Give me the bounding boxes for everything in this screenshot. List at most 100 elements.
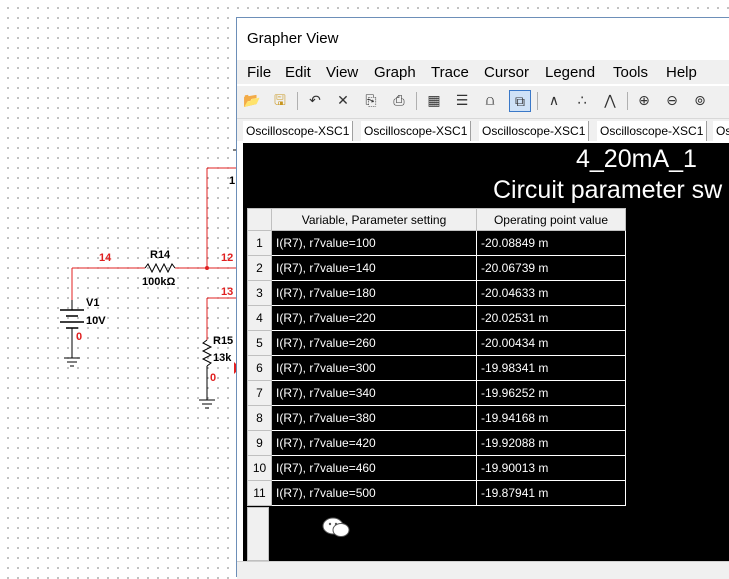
toolbar-separator (416, 92, 417, 110)
table-row[interactable]: 5 I(R7), r7value=260 -20.00434 m (247, 330, 626, 356)
table-row[interactable]: 10 I(R7), r7value=460 -19.90013 m (247, 455, 626, 481)
value-cell[interactable]: -19.92088 m (476, 430, 626, 456)
wechat-icon (322, 517, 350, 537)
variable-cell[interactable]: I(R7), r7value=100 (271, 230, 477, 256)
row-header[interactable]: 9 (247, 430, 272, 456)
value-cell[interactable]: -20.08849 m (476, 230, 626, 256)
plot-area: 4_20mA_1 Circuit parameter sw Variable, … (243, 143, 729, 561)
net-label-12: 12 (221, 252, 234, 264)
v1-name: V1 (86, 297, 100, 309)
v1-value: 10V (86, 315, 106, 327)
menu-tools[interactable]: Tools (613, 64, 648, 81)
menu-trace[interactable]: Trace (431, 64, 469, 81)
menu-cursor[interactable]: Cursor (484, 64, 529, 81)
menu-edit[interactable]: Edit (285, 64, 311, 81)
trace-dots-icon[interactable]: ∴ (571, 90, 593, 112)
variable-cell[interactable]: I(R7), r7value=420 (271, 430, 477, 456)
plot-subtitle: Circuit parameter sw (493, 176, 723, 204)
value-cell[interactable]: -20.00434 m (476, 330, 626, 356)
row-header[interactable]: 7 (247, 380, 272, 406)
partial-label-1: 1 (229, 175, 236, 187)
overlay-icon[interactable]: ⧉ (509, 90, 531, 112)
table-row[interactable]: 7 I(R7), r7value=340 -19.96252 m (247, 380, 626, 406)
row-header[interactable]: 11 (247, 480, 272, 506)
row-header[interactable]: 3 (247, 280, 272, 306)
tab-oscilloscope-3[interactable]: Oscilloscope-XSC1 (479, 121, 590, 141)
variable-cell[interactable]: I(R7), r7value=140 (271, 255, 477, 281)
variable-cell[interactable]: I(R7), r7value=180 (271, 280, 477, 306)
net-label-0-v1: 0 (76, 331, 83, 343)
chart-icon[interactable]: ⩍ (479, 90, 501, 112)
table-row[interactable]: 9 I(R7), r7value=420 -19.92088 m (247, 430, 626, 456)
watermark-text: RiscV与IC设计 (354, 523, 462, 542)
menu-view[interactable]: View (326, 64, 358, 81)
variable-cell[interactable]: I(R7), r7value=260 (271, 330, 477, 356)
grid-icon[interactable]: ▦ (423, 90, 445, 112)
tab-bar: Oscilloscope-XSC1 Oscilloscope-XSC1 Osci… (237, 119, 729, 141)
menu-help[interactable]: Help (666, 64, 697, 81)
table-corner (247, 208, 272, 231)
zoom-in-icon[interactable]: ⊕ (633, 90, 655, 112)
copy-icon[interactable]: ⎘ (360, 90, 382, 112)
table-row[interactable]: 3 I(R7), r7value=180 -20.04633 m (247, 280, 626, 306)
value-cell[interactable]: -20.04633 m (476, 280, 626, 306)
table-row[interactable]: 4 I(R7), r7value=220 -20.02531 m (247, 305, 626, 331)
value-cell[interactable]: -20.02531 m (476, 305, 626, 331)
zoom-out-icon[interactable]: ⊖ (661, 90, 683, 112)
zoom-fit-icon[interactable]: ⊚ (689, 90, 711, 112)
row-header[interactable]: 8 (247, 405, 272, 431)
row-header[interactable]: 5 (247, 330, 272, 356)
value-cell[interactable]: -20.06739 m (476, 255, 626, 281)
undo-icon[interactable]: ↶ (304, 90, 326, 112)
column-header-variable[interactable]: Variable, Parameter setting (271, 208, 477, 231)
menu-graph[interactable]: Graph (374, 64, 416, 81)
title-bar[interactable]: Grapher View (237, 18, 729, 56)
menu-bar: File Edit View Graph Trace Cursor Legend… (237, 60, 729, 84)
value-cell[interactable]: -19.94168 m (476, 405, 626, 431)
row-header[interactable]: 1 (247, 230, 272, 256)
row-header[interactable]: 10 (247, 455, 272, 481)
table-row[interactable]: 6 I(R7), r7value=300 -19.98341 m (247, 355, 626, 381)
horizontal-scrollbar[interactable] (237, 561, 729, 579)
variable-cell[interactable]: I(R7), r7value=460 (271, 455, 477, 481)
menu-legend[interactable]: Legend (545, 64, 595, 81)
tab-oscilloscope-1[interactable]: Oscilloscope-XSC1 (243, 121, 354, 141)
row-header-filler (247, 507, 269, 561)
toolbar-separator (537, 92, 538, 110)
row-header[interactable]: 4 (247, 305, 272, 331)
trace-line-icon[interactable]: ∧ (543, 90, 565, 112)
legend-icon[interactable]: ☰ (451, 90, 473, 112)
variable-cell[interactable]: I(R7), r7value=220 (271, 305, 477, 331)
tab-oscilloscope-4[interactable]: Oscilloscope-XSC1 (597, 121, 708, 141)
value-cell[interactable]: -19.98341 m (476, 355, 626, 381)
paste-icon[interactable]: ⎙ (388, 90, 410, 112)
table-row[interactable]: 1 I(R7), r7value=100 -20.08849 m (247, 230, 626, 256)
table-row[interactable]: 2 I(R7), r7value=140 -20.06739 m (247, 255, 626, 281)
column-header-value[interactable]: Operating point value (476, 208, 626, 231)
value-cell[interactable]: -19.96252 m (476, 380, 626, 406)
toolbar: 📂 🖫 ↶ ✕ ⎘ ⎙ ▦ ☰ ⩍ ⧉ ∧ ∴ ⋀ ⊕ ⊖ ⊚ (237, 86, 729, 119)
open-folder-icon[interactable]: 📂 (241, 90, 263, 112)
results-table: Variable, Parameter setting Operating po… (247, 208, 626, 506)
r14-name: R14 (150, 249, 171, 261)
row-header[interactable]: 2 (247, 255, 272, 281)
plot-title: 4_20mA_1 (576, 145, 697, 173)
variable-cell[interactable]: I(R7), r7value=380 (271, 405, 477, 431)
menu-file[interactable]: File (247, 64, 271, 81)
variable-cell[interactable]: I(R7), r7value=340 (271, 380, 477, 406)
cut-icon[interactable]: ✕ (332, 90, 354, 112)
variable-cell[interactable]: I(R7), r7value=500 (271, 480, 477, 506)
tab-oscilloscope-2[interactable]: Oscilloscope-XSC1 (361, 121, 472, 141)
value-cell[interactable]: -19.90013 m (476, 455, 626, 481)
value-cell[interactable]: -19.87941 m (476, 480, 626, 506)
trace-markers-icon[interactable]: ⋀ (599, 90, 621, 112)
table-row[interactable]: 8 I(R7), r7value=380 -19.94168 m (247, 405, 626, 431)
row-header[interactable]: 6 (247, 355, 272, 381)
table-row[interactable]: 11 I(R7), r7value=500 -19.87941 m (247, 480, 626, 506)
window-title: Grapher View (247, 30, 339, 47)
variable-cell[interactable]: I(R7), r7value=300 (271, 355, 477, 381)
save-icon[interactable]: 🖫 (269, 90, 291, 112)
net-label-14: 14 (99, 252, 112, 264)
tab-oscilloscope-5[interactable]: Os (713, 121, 729, 141)
grapher-view-window: Grapher View File Edit View Graph Trace … (236, 17, 729, 579)
